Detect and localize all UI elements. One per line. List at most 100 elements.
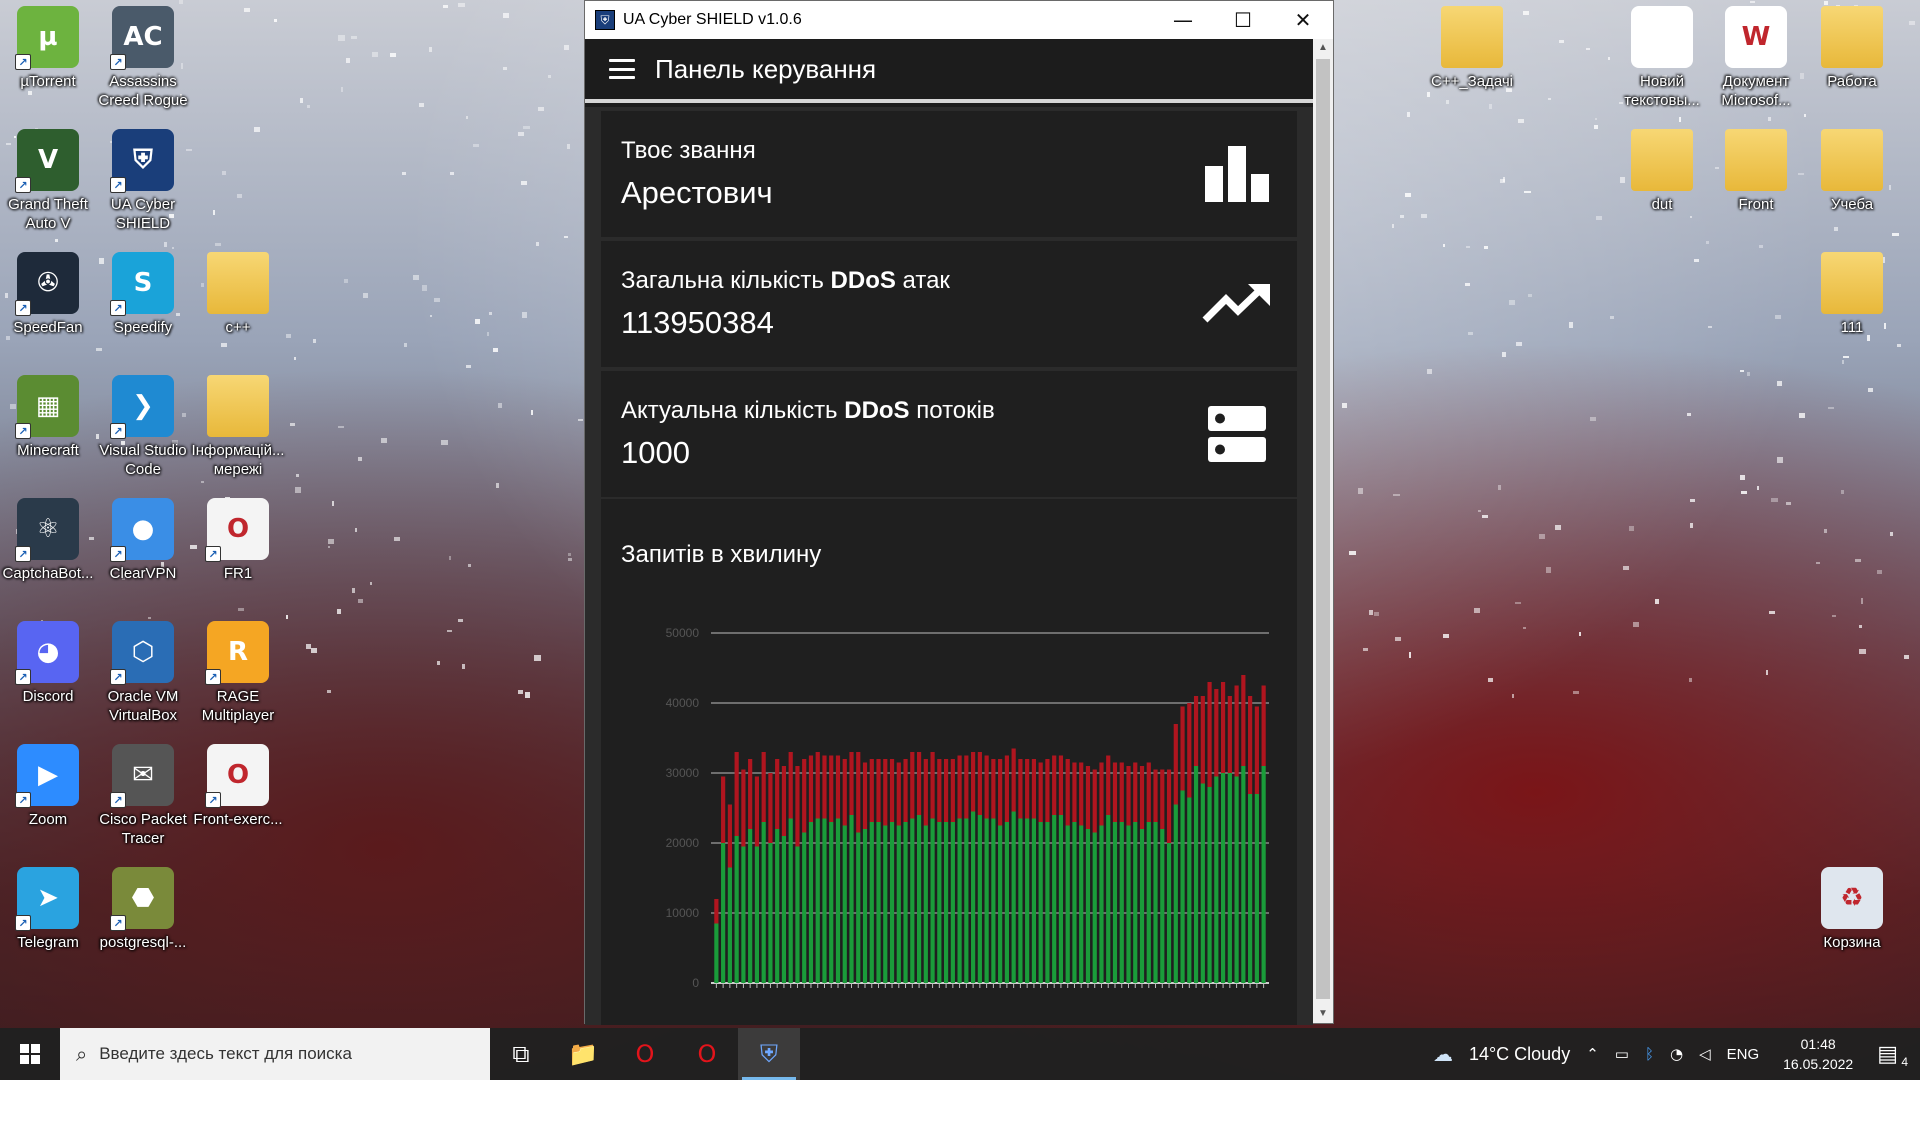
chart-bar-red <box>788 752 793 819</box>
vertical-scrollbar[interactable]: ▲ ▼ <box>1313 39 1333 1023</box>
desktop-icon[interactable]: c++ <box>190 252 286 372</box>
chart-bar-red <box>930 752 935 819</box>
chart-bar-red <box>916 752 922 815</box>
current-threads-card: Актуальна кількість DDoS потоків 1000 <box>601 371 1297 497</box>
desktop-icon[interactable]: µ ↗ µTorrent <box>0 6 96 126</box>
taskbar: ⌕ Введите здесь текст для поиска ⧉ 📁 O O ⛨ ☁… <box>0 1028 1920 1080</box>
desktop-icon[interactable]: O ↗ Front-exerc... <box>190 744 286 864</box>
desktop-icon[interactable]: ⛨ ↗ UA Cyber SHIELD <box>95 129 191 249</box>
chart-bar-red <box>727 804 732 868</box>
chart-bar-green <box>822 818 827 983</box>
desktop-icon[interactable]: ✇ ↗ SpeedFan <box>0 252 96 372</box>
desktop-icon[interactable]: O ↗ FR1 <box>190 498 286 618</box>
desktop-icon[interactable]: ⬡ ↗ Oracle VM VirtualBox <box>95 621 191 741</box>
ua-cyber-shield-icon[interactable]: ⛨ <box>738 1028 800 1080</box>
chart-bar-red <box>1011 748 1016 812</box>
desktop-icon[interactable]: Новий текстовы... <box>1614 6 1710 126</box>
close-button[interactable]: ✕ <box>1273 1 1333 39</box>
chart-bar-green <box>1173 804 1178 983</box>
desktop-icon[interactable]: Інформацій... мережі <box>190 375 286 495</box>
scroll-down-icon[interactable]: ▼ <box>1313 1005 1333 1023</box>
minecraft-icon: ▦ ↗ <box>15 375 79 439</box>
chart-bar-red <box>1160 769 1165 829</box>
desktop-icon[interactable]: ▶ ↗ Zoom <box>0 744 96 864</box>
taskbar-search[interactable]: ⌕ Введите здесь текст для поиска <box>60 1028 490 1080</box>
wifi-icon[interactable]: ◔ <box>1662 1045 1691 1063</box>
chart-bar-red <box>1227 696 1232 773</box>
chart-y-tick-label: 20000 <box>666 836 700 850</box>
cloud-icon[interactable]: ☁ <box>1425 1042 1461 1066</box>
desktop-icon-label: dut <box>1651 196 1673 213</box>
chart-bar-red <box>768 773 773 843</box>
desktop-icon[interactable]: S ↗ Speedify <box>95 252 191 372</box>
total-attacks-card: Загальна кількість DDoS атак 113950384 <box>601 241 1297 367</box>
opera-icon[interactable]: O <box>614 1028 676 1080</box>
file-explorer-icon[interactable]: 📁 <box>552 1028 614 1080</box>
weather-text[interactable]: 14°C Cloudy <box>1461 1044 1578 1065</box>
desktop-icon[interactable]: ◕ ↗ Discord <box>0 621 96 741</box>
desktop-icon[interactable]: ▦ ↗ Minecraft <box>0 375 96 495</box>
desktop-icon[interactable]: ⚛ ↗ CaptchaBot... <box>0 498 96 618</box>
chart-y-tick-label: 30000 <box>666 766 700 780</box>
chart-bar-green <box>795 846 800 983</box>
desktop-icon[interactable]: R ↗ RAGE Multiplayer <box>190 621 286 741</box>
chart-bar-red <box>883 759 888 826</box>
desktop-icon[interactable]: ➤ ↗ Telegram <box>0 867 96 987</box>
hamburger-menu-icon[interactable] <box>609 59 635 79</box>
desktop-icon[interactable]: Front <box>1708 129 1804 249</box>
desktop-icon[interactable]: ⬣ ↗ postgresql-... <box>95 867 191 987</box>
chart-bar-green <box>991 818 996 983</box>
shortcut-arrow-icon: ↗ <box>110 792 126 808</box>
desktop-icon[interactable]: V ↗ Grand Theft Auto V <box>0 129 96 249</box>
chevron-up-icon[interactable]: ⌃ <box>1578 1045 1607 1063</box>
battery-icon[interactable]: ▭ <box>1607 1045 1637 1063</box>
shield-icon: ⛨ ↗ <box>110 129 174 193</box>
opera-gx-icon[interactable]: O <box>676 1028 738 1080</box>
desktop-icon[interactable]: ✉ ↗ Cisco Packet Tracer <box>95 744 191 864</box>
chart-bar-green <box>761 822 766 983</box>
desktop-icon[interactable]: ● ↗ ClearVPN <box>95 498 191 618</box>
shortcut-arrow-icon: ↗ <box>110 546 126 562</box>
chart-bar-green <box>889 822 895 983</box>
rank-value: Арестович <box>621 175 773 210</box>
gta-icon: V ↗ <box>15 129 79 193</box>
folder-icon <box>207 375 269 437</box>
volume-icon[interactable]: ◁ <box>1691 1045 1719 1063</box>
shortcut-arrow-icon: ↗ <box>110 300 126 316</box>
scroll-up-icon[interactable]: ▲ <box>1313 39 1333 57</box>
maximize-button[interactable]: ☐ <box>1213 1 1273 39</box>
desktop-icon-label: RAGE Multiplayer <box>201 688 275 724</box>
minimize-button[interactable]: — <box>1153 1 1213 39</box>
chart-bar-red <box>1248 696 1253 794</box>
desktop-icon[interactable]: dut <box>1614 129 1710 249</box>
desktop-icon[interactable]: ♻ Корзина <box>1804 867 1900 987</box>
packet-tracer-icon: ✉ ↗ <box>110 744 174 808</box>
language-indicator[interactable]: ENG <box>1719 1046 1768 1063</box>
speedfan-icon: ✇ ↗ <box>15 252 79 316</box>
chart-bar-green <box>896 825 901 983</box>
shortcut-arrow-icon: ↗ <box>110 915 126 931</box>
desktop-icon[interactable]: Работа <box>1804 6 1900 126</box>
clock[interactable]: 01:48 16.05.2022 <box>1767 1034 1869 1074</box>
total-attacks-value: 113950384 <box>621 305 774 340</box>
pdf-icon: O ↗ <box>205 498 269 562</box>
chart-bar-green <box>1227 773 1232 983</box>
start-button[interactable] <box>0 1028 60 1080</box>
chart-bar-red <box>1207 682 1212 787</box>
window-titlebar[interactable]: ⛨ UA Cyber SHIELD v1.0.6 — ☐ ✕ <box>585 1 1333 39</box>
desktop-icon[interactable]: AC ↗ Assassins Creed Rogue <box>95 6 191 126</box>
scrollbar-thumb[interactable] <box>1316 59 1330 999</box>
chart-bar-red <box>1241 675 1246 766</box>
desktop-icon[interactable]: W Документ Microsof... <box>1708 6 1804 126</box>
shortcut-arrow-icon: ↗ <box>205 669 221 685</box>
vscode-icon: ❯ ↗ <box>110 375 174 439</box>
desktop-icon[interactable]: Учеба <box>1804 129 1900 249</box>
bluetooth-icon[interactable]: ᛒ <box>1637 1045 1662 1063</box>
notifications-icon[interactable]: ▤ 4 <box>1869 1042 1920 1069</box>
chart-bar-green <box>869 822 874 983</box>
task-view-icon[interactable]: ⧉ <box>490 1028 552 1080</box>
desktop-icon[interactable]: C++_Задачі <box>1424 6 1520 126</box>
desktop-icon[interactable]: 111 <box>1804 252 1900 372</box>
desktop-icon-label: µTorrent <box>20 73 76 90</box>
desktop-icon[interactable]: ❯ ↗ Visual Studio Code <box>95 375 191 495</box>
